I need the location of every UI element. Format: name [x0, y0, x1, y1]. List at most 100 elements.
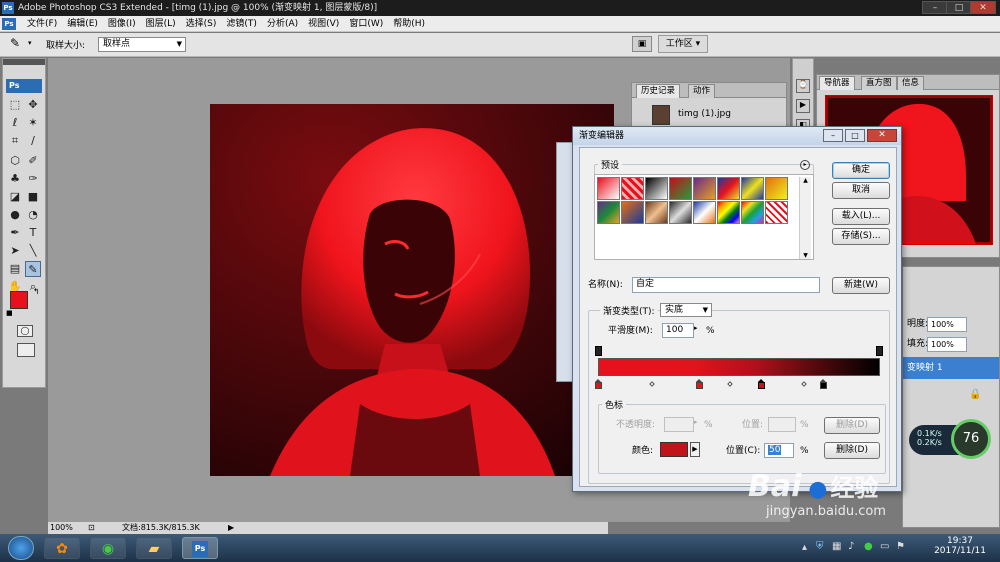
- brush-tool-icon[interactable]: ✐: [25, 153, 41, 169]
- menu-image[interactable]: 图像(I): [103, 16, 141, 32]
- type-tool-icon[interactable]: T: [25, 225, 41, 241]
- dodge-tool-icon[interactable]: ◔: [25, 207, 41, 223]
- name-input[interactable]: 自定: [632, 277, 820, 293]
- menu-view[interactable]: 视图(V): [303, 16, 344, 32]
- preset-fg-bg[interactable]: [597, 177, 620, 200]
- quick-mask-icon[interactable]: ◯: [17, 325, 33, 337]
- tray-app-icon[interactable]: ●: [864, 541, 873, 552]
- menu-file[interactable]: 文件(F): [22, 16, 62, 32]
- stop-color-swatch[interactable]: [660, 442, 688, 457]
- ps-logo[interactable]: Ps: [6, 79, 42, 93]
- marquee-tool-icon[interactable]: ⬚: [7, 97, 23, 113]
- gradient-type-select[interactable]: 实底 ▼: [660, 303, 712, 317]
- history-panel-icon[interactable]: ⌚: [796, 79, 810, 93]
- tool-preset-arrow-icon[interactable]: ▾: [28, 39, 32, 47]
- preset-violet-orange[interactable]: [693, 177, 716, 200]
- preset-red-green[interactable]: [669, 177, 692, 200]
- preset-blue-yellow-blue[interactable]: [741, 177, 764, 200]
- stop-opacity-location-input[interactable]: [768, 417, 796, 432]
- move-tool-icon[interactable]: ✥: [25, 97, 41, 113]
- folder-icon[interactable]: ▰: [136, 537, 172, 559]
- cancel-button[interactable]: 取消: [832, 182, 890, 199]
- smoothness-stepper-icon[interactable]: ▸: [694, 324, 698, 332]
- clock[interactable]: 19:37 2017/11/11: [930, 536, 990, 556]
- presets-menu-icon[interactable]: ▸: [800, 160, 810, 170]
- smoothness-input[interactable]: 100: [662, 323, 694, 338]
- eyedropper-icon[interactable]: ✎: [10, 36, 20, 50]
- ps-menu-icon[interactable]: Ps: [2, 18, 16, 30]
- dialog-minimize-button[interactable]: –: [823, 129, 843, 142]
- preset-spectrum[interactable]: [717, 201, 740, 224]
- notes-tool-icon[interactable]: ▤: [7, 261, 23, 277]
- document-canvas[interactable]: [210, 104, 614, 476]
- menu-filter[interactable]: 滤镜(T): [221, 16, 262, 32]
- eyedropper-tool-icon[interactable]: ✎: [25, 261, 41, 277]
- sample-size-select[interactable]: 取样点 ▼: [98, 37, 186, 52]
- workspace-button[interactable]: 工作区 ▾: [658, 35, 708, 53]
- start-button[interactable]: [8, 536, 34, 560]
- opacity-stop-left[interactable]: [595, 346, 602, 356]
- presets-scrollbar[interactable]: ▲ ▼: [799, 177, 811, 259]
- preset-chrome[interactable]: [669, 201, 692, 224]
- color-stop-3-selected[interactable]: [758, 379, 765, 389]
- browser-icon[interactable]: ◉: [90, 537, 126, 559]
- menu-window[interactable]: 窗口(W): [344, 16, 388, 32]
- minimize-button[interactable]: –: [922, 1, 948, 14]
- tray-arrow-icon[interactable]: ▴: [802, 542, 807, 553]
- gradient-tool-icon[interactable]: ■: [25, 189, 41, 205]
- tab-actions[interactable]: 动作: [688, 84, 716, 98]
- color-menu-arrow-icon[interactable]: ▶: [690, 442, 700, 457]
- load-button[interactable]: 载入(L)...: [832, 208, 890, 225]
- line-tool-icon[interactable]: ╲: [25, 243, 41, 259]
- color-stop-2[interactable]: [696, 379, 703, 389]
- menu-select[interactable]: 选择(S): [181, 16, 222, 32]
- zoom-level[interactable]: 100%: [50, 522, 73, 534]
- color-stop-1[interactable]: [595, 379, 602, 389]
- tray-flag-icon[interactable]: ⚑: [896, 541, 905, 552]
- preset-violet-green-orange[interactable]: [597, 201, 620, 224]
- delete-opacity-stop-button[interactable]: 删除(D): [824, 417, 880, 434]
- healing-brush-icon[interactable]: ⬡: [7, 153, 23, 169]
- tray-monitor-icon[interactable]: ▭: [880, 541, 889, 552]
- pen-tool-icon[interactable]: ✒: [7, 225, 23, 241]
- preset-fg-transparent[interactable]: [621, 177, 644, 200]
- screen-mode-icon[interactable]: [17, 343, 35, 357]
- status-icon[interactable]: ⊡: [88, 522, 95, 534]
- default-colors-icon[interactable]: ■: [6, 309, 13, 317]
- close-button[interactable]: ✕: [970, 1, 996, 14]
- preset-transparent-rainbow[interactable]: [741, 201, 764, 224]
- new-button[interactable]: 新建(W): [832, 277, 890, 294]
- opacity-field[interactable]: 100%: [927, 317, 967, 332]
- preset-copper[interactable]: [645, 201, 668, 224]
- preset-orange-blue[interactable]: [621, 201, 644, 224]
- menu-layer[interactable]: 图层(L): [141, 16, 181, 32]
- stop-opacity-input[interactable]: [664, 417, 694, 432]
- eraser-tool-icon[interactable]: ◪: [7, 189, 23, 205]
- tab-history[interactable]: 历史记录: [636, 84, 681, 98]
- scroll-down-icon[interactable]: ▼: [800, 252, 811, 259]
- tray-volume-icon[interactable]: ♪: [848, 541, 854, 552]
- lasso-tool-icon[interactable]: ℓ: [7, 115, 23, 131]
- menu-analysis[interactable]: 分析(A): [262, 16, 303, 32]
- stop-opacity-stepper-icon[interactable]: ▸: [694, 418, 698, 426]
- swap-colors-icon[interactable]: ↰: [33, 287, 40, 296]
- gradient-bar[interactable]: [598, 358, 880, 376]
- ok-button[interactable]: 确定: [832, 162, 890, 179]
- clone-stamp-icon[interactable]: ♣: [7, 171, 23, 187]
- history-brush-icon[interactable]: ✑: [25, 171, 41, 187]
- preset-blue-red-yellow[interactable]: [717, 177, 740, 200]
- preset-stripes[interactable]: [765, 201, 788, 224]
- save-button[interactable]: 存储(S)...: [832, 228, 890, 245]
- menu-help[interactable]: 帮助(H): [388, 16, 430, 32]
- foreground-color-swatch[interactable]: [10, 291, 28, 309]
- magic-wand-icon[interactable]: ✶: [25, 115, 41, 131]
- slice-tool-icon[interactable]: ∕: [25, 133, 41, 149]
- tab-info[interactable]: 信息: [897, 76, 925, 90]
- actions-panel-icon[interactable]: ▶: [796, 99, 810, 113]
- toolbox-grip[interactable]: [3, 59, 45, 65]
- dialog-close-button[interactable]: ✕: [867, 129, 897, 142]
- color-stop-4[interactable]: [820, 379, 827, 389]
- dialog-maximize-button[interactable]: □: [845, 129, 865, 142]
- layer-row-gradient-map[interactable]: 变映射 1: [903, 357, 999, 379]
- status-menu-arrow-icon[interactable]: ▶: [228, 522, 234, 534]
